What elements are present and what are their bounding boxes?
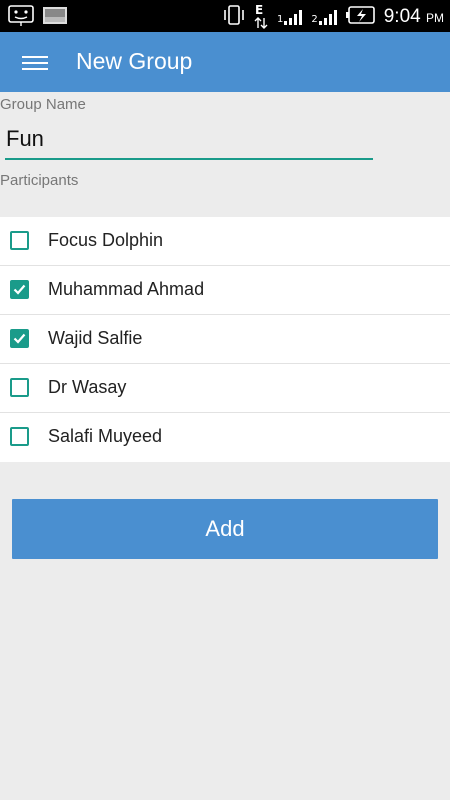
participant-name: Focus Dolphin bbox=[48, 230, 164, 250]
hamburger-menu-icon[interactable] bbox=[22, 56, 48, 74]
participant-row[interactable]: Muhammad Ahmad bbox=[0, 266, 450, 315]
participant-row[interactable]: Salafi Muyeed bbox=[0, 413, 450, 462]
group-name-label: Group Name bbox=[0, 96, 86, 113]
app-bar: New Group bbox=[0, 32, 450, 92]
participant-row[interactable]: Focus Dolphin bbox=[0, 217, 450, 266]
vibrate-icon bbox=[223, 4, 245, 30]
checkbox-checked[interactable] bbox=[10, 280, 29, 299]
participant-name: Dr Wasay bbox=[48, 377, 127, 397]
participant-row[interactable]: Dr Wasay bbox=[0, 364, 450, 413]
status-bar: E 1 2 9:04 PM bbox=[0, 0, 450, 32]
checkbox-unchecked[interactable] bbox=[10, 231, 29, 250]
signal-1-icon: 1 bbox=[277, 9, 303, 25]
participant-name: Wajid Salfie bbox=[48, 328, 143, 348]
participant-list: Focus Dolphin Muhammad Ahmad Wajid Salfie D… bbox=[0, 217, 450, 462]
checkbox-unchecked[interactable] bbox=[10, 378, 29, 397]
participant-row[interactable]: Wajid Salfie bbox=[0, 315, 450, 364]
image-notification-icon bbox=[42, 5, 68, 31]
participant-name: Muhammad Ahmad bbox=[48, 279, 205, 299]
page-title: New Group bbox=[76, 48, 193, 74]
signal-2-icon: 2 bbox=[311, 9, 337, 25]
checkbox-checked[interactable] bbox=[10, 329, 29, 348]
participants-label: Participants bbox=[0, 172, 79, 189]
checkbox-unchecked[interactable] bbox=[10, 427, 29, 446]
group-name-input[interactable] bbox=[5, 120, 373, 160]
add-button[interactable]: Add bbox=[12, 499, 438, 559]
data-e-icon: E bbox=[253, 3, 269, 29]
checkmark-icon bbox=[13, 284, 26, 295]
battery-charging-icon bbox=[345, 5, 376, 29]
android-face-icon bbox=[8, 5, 34, 31]
checkmark-icon bbox=[13, 333, 26, 344]
participant-name: Salafi Muyeed bbox=[48, 426, 163, 446]
status-time: 9:04 PM bbox=[383, 6, 444, 27]
